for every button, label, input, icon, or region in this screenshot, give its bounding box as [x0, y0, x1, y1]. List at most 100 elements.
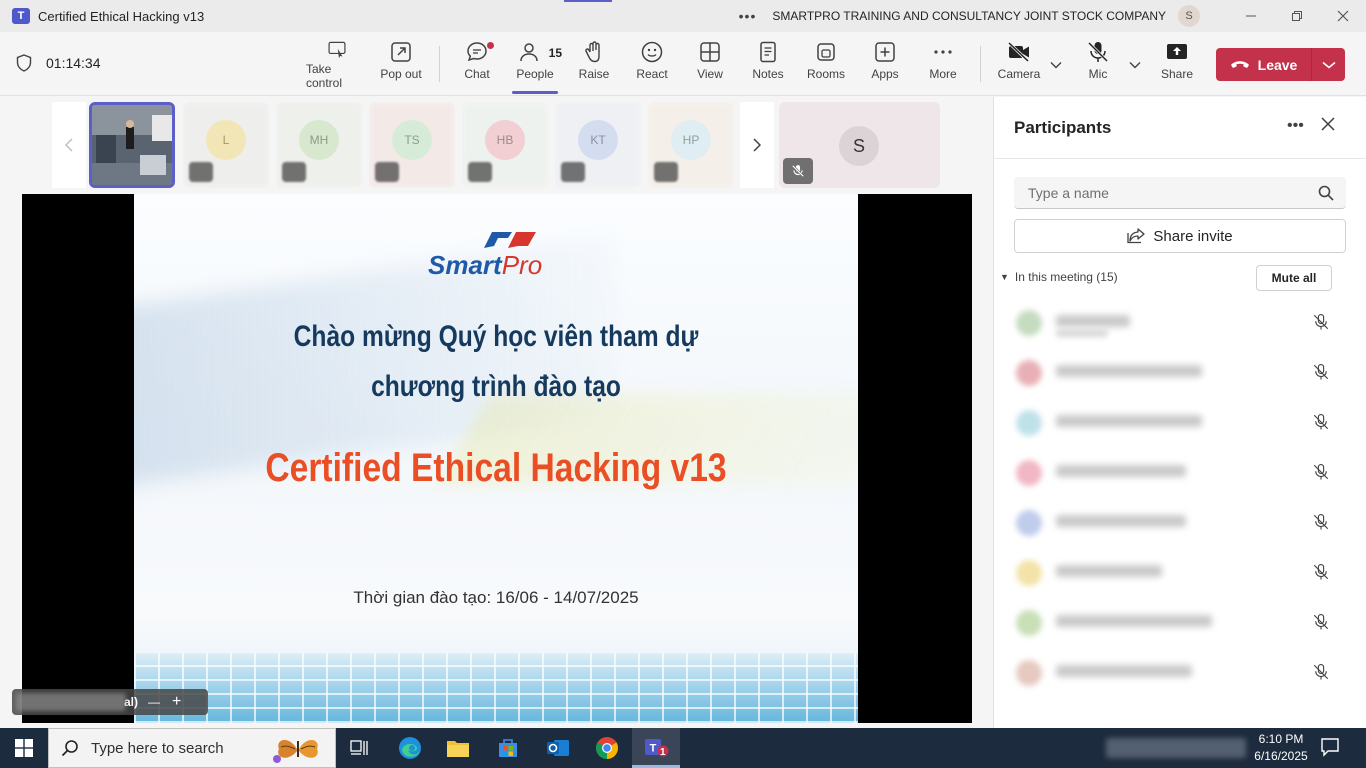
share-icon [1127, 228, 1146, 244]
panel-header: Participants ••• [994, 97, 1366, 159]
meeting-timer: 01:14:34 [16, 54, 101, 72]
hang-up-icon [1230, 60, 1249, 68]
avatar [1016, 360, 1042, 386]
participant-thumbnail[interactable]: MH [276, 102, 362, 188]
grid-view-icon [700, 42, 720, 62]
slide-course-title: Certified Ethical Hacking v13 [265, 446, 727, 490]
notes-button[interactable]: Notes [752, 40, 784, 90]
system-tray[interactable] [1106, 738, 1246, 758]
mic-off-icon [1313, 613, 1329, 630]
mic-off-icon [1313, 513, 1329, 530]
camera-button[interactable]: Camera [998, 40, 1040, 90]
share-invite-button[interactable]: Share invite [1014, 219, 1346, 253]
raise-hand-button[interactable]: Raise [578, 40, 610, 90]
list-item[interactable] [994, 547, 1366, 597]
window-title: Certified Ethical Hacking v13 [38, 8, 205, 24]
camera-options-chevron-icon[interactable] [1050, 58, 1062, 72]
mic-button[interactable]: Mic [1086, 40, 1110, 90]
participant-thumbnail[interactable]: HP [648, 102, 734, 188]
panel-more-options-icon[interactable]: ••• [1287, 117, 1304, 135]
take-control-button[interactable]: Take control [306, 40, 368, 90]
notification-center-icon[interactable] [1320, 737, 1340, 762]
toolbar-divider [980, 46, 981, 82]
list-item[interactable] [994, 497, 1366, 547]
file-explorer-button[interactable] [434, 728, 482, 768]
chat-icon [467, 42, 487, 62]
zoom-out-button[interactable]: — [148, 695, 160, 709]
list-item[interactable] [994, 597, 1366, 647]
participant-thumbnail[interactable]: TS [369, 102, 455, 188]
smartpro-logo: SmartPro [428, 228, 568, 280]
search-icon [61, 740, 78, 757]
teams-icon: T [12, 8, 30, 24]
raise-hand-icon [585, 41, 600, 63]
muted-badge [654, 162, 678, 182]
mic-off-icon [1313, 313, 1329, 330]
meeting-toolbar: 01:14:34 Take control Pop out Chat 15 Pe… [0, 32, 1366, 96]
zoom-in-button[interactable]: + [172, 693, 181, 711]
pinned-participant-tile[interactable]: S [779, 102, 940, 188]
in-meeting-section-header[interactable]: ▼ In this meeting (15) [1000, 270, 1118, 284]
edge-app-button[interactable] [386, 728, 434, 768]
participants-panel: Participants ••• Share invite ▼ In this … [993, 97, 1366, 728]
zoom-control: al) — + [12, 689, 208, 715]
presenter-video-thumbnail[interactable] [89, 102, 175, 188]
start-button[interactable] [0, 728, 48, 768]
participant-thumbnail[interactable]: L [183, 102, 269, 188]
timer-text: 01:14:34 [46, 55, 101, 71]
avatar [1016, 310, 1042, 336]
share-button[interactable]: Share [1161, 40, 1193, 90]
pop-out-button[interactable]: Pop out [380, 40, 422, 90]
participant-thumbnail[interactable]: KT [555, 102, 641, 188]
close-window-button[interactable] [1320, 0, 1366, 32]
edge-icon [399, 737, 421, 759]
thumbnails-prev-arrow[interactable] [52, 102, 86, 188]
muted-badge [282, 162, 306, 182]
list-item[interactable] [994, 447, 1366, 497]
participant-thumbnail[interactable]: HB [462, 102, 548, 188]
taskbar-clock[interactable]: 6:10 PM 6/16/2025 [1250, 731, 1312, 765]
task-view-button[interactable] [336, 728, 384, 768]
react-button[interactable]: React [636, 40, 668, 90]
list-item[interactable] [994, 347, 1366, 397]
participant-search-input[interactable] [1028, 184, 1298, 201]
people-button[interactable]: 15 People [512, 40, 562, 94]
slide-program-line: chương trình đào tạo [371, 370, 621, 403]
mic-options-chevron-icon[interactable] [1129, 58, 1141, 72]
folder-icon [447, 741, 469, 757]
leave-button[interactable]: Leave [1216, 48, 1345, 81]
participant-list [994, 297, 1366, 697]
list-item[interactable] [994, 397, 1366, 447]
rooms-button[interactable]: Rooms [807, 40, 845, 90]
leave-options-chevron-icon[interactable] [1312, 61, 1345, 69]
list-item[interactable] [994, 297, 1366, 347]
avatar [1016, 660, 1042, 686]
thumbnails-next-arrow[interactable] [740, 102, 774, 188]
leave-main[interactable]: Leave [1216, 48, 1312, 81]
chrome-icon [596, 737, 618, 759]
chat-button[interactable]: Chat [462, 40, 494, 90]
notes-icon [760, 41, 776, 63]
more-options-icon[interactable]: ••• [739, 8, 757, 24]
search-icon[interactable] [1318, 185, 1334, 201]
chrome-app-button[interactable] [583, 728, 631, 768]
account-avatar[interactable]: S [1178, 5, 1200, 27]
shared-content-view[interactable]: SmartPro Chào mừng Quý học viên tham dự … [22, 194, 972, 723]
close-panel-icon[interactable] [1321, 115, 1335, 136]
pop-out-icon [391, 42, 411, 62]
teams-notification-badge: 1 [660, 747, 666, 758]
view-button[interactable]: View [696, 40, 724, 90]
mute-all-button[interactable]: Mute all [1256, 265, 1332, 291]
outlook-icon [547, 740, 569, 756]
outlook-app-button[interactable] [534, 728, 582, 768]
taskbar-search [48, 728, 336, 768]
list-item[interactable] [994, 647, 1366, 697]
apps-button[interactable]: Apps [871, 40, 899, 90]
taskbar-search-input[interactable] [91, 739, 281, 757]
more-button[interactable]: More [928, 40, 958, 90]
minimize-button[interactable] [1228, 0, 1274, 32]
people-count: 15 [548, 46, 562, 60]
store-app-button[interactable] [484, 728, 532, 768]
teams-app-button[interactable]: T 1 [632, 728, 680, 768]
restore-button[interactable] [1274, 0, 1320, 32]
